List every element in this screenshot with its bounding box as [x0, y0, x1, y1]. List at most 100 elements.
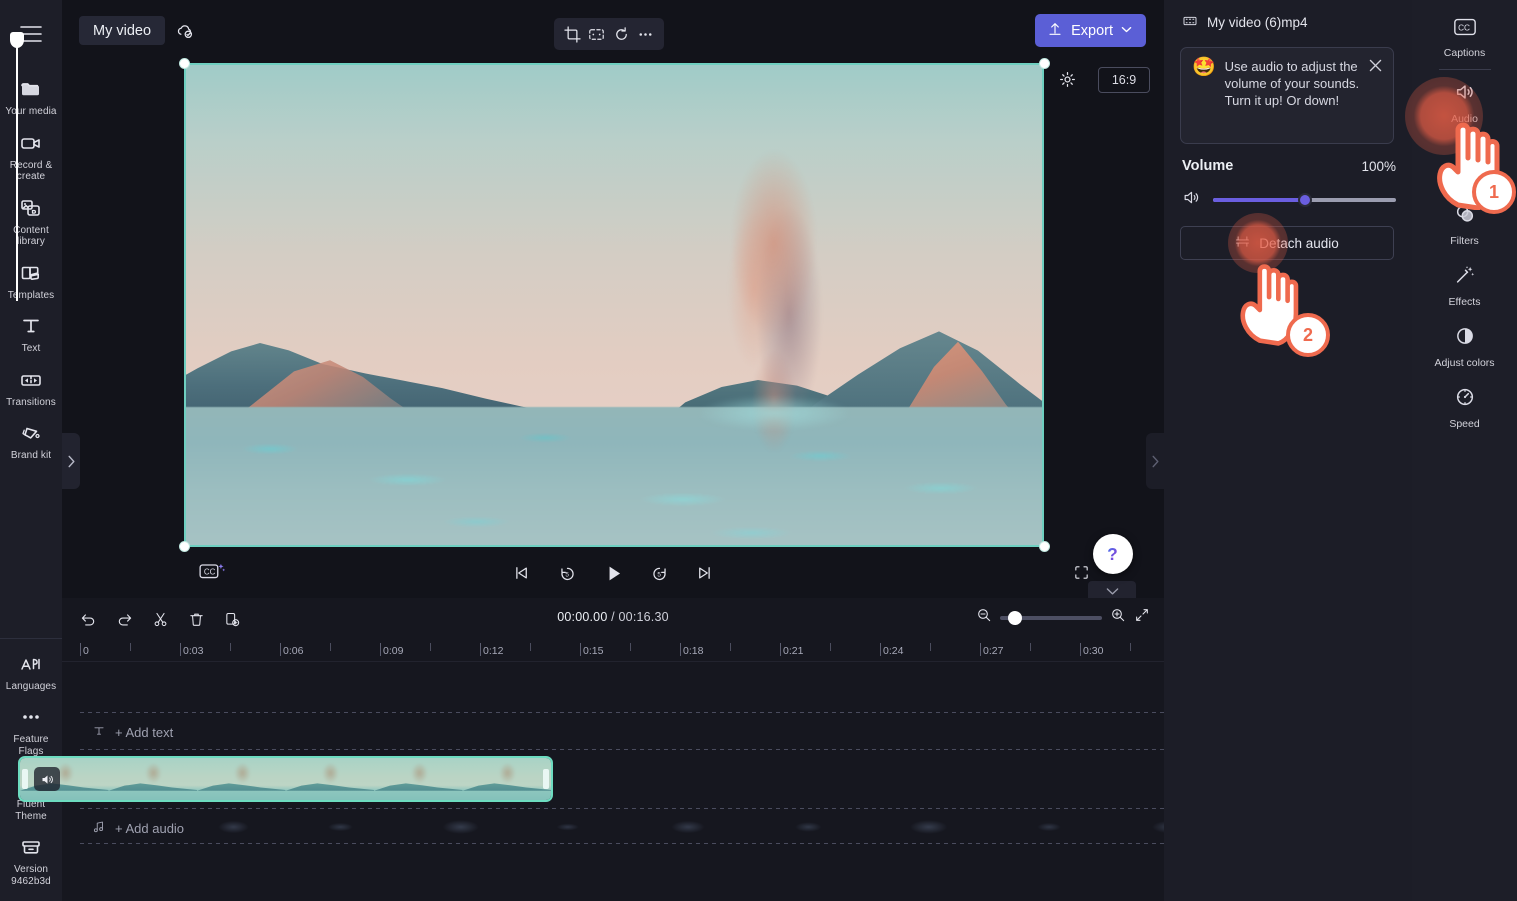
toast-message: Use audio to adjust the volume of your s… — [1224, 59, 1360, 108]
detach-audio-label: Detach audio — [1259, 235, 1339, 251]
collapse-right-panel-button[interactable] — [1146, 433, 1164, 489]
crop-icon[interactable] — [560, 22, 584, 46]
ruler-label: 0:18 — [683, 645, 704, 657]
sidebar-item-label: Templates — [7, 289, 55, 301]
speaker-icon[interactable] — [1182, 188, 1201, 212]
zoom-slider-knob[interactable] — [1008, 610, 1022, 625]
sidebar-item-label: Fluent Theme — [15, 799, 47, 822]
playhead[interactable] — [10, 32, 24, 301]
forward-5-icon[interactable]: 5 — [646, 560, 672, 586]
timeline-zoom-controls — [976, 607, 1150, 628]
sidebar-item-transitions[interactable]: Transitions — [2, 361, 60, 415]
playhead-handle[interactable] — [10, 32, 24, 48]
project-name-field[interactable]: My video — [79, 16, 166, 45]
zoom-out-icon[interactable] — [976, 607, 992, 628]
right-sidebar: CC Captions Audio Fade Filters Effects A… — [1412, 0, 1517, 901]
sidebar-item-label: Text — [21, 343, 41, 354]
star-struck-emoji: 🤩 — [1192, 57, 1216, 78]
rewind-5-icon[interactable]: 5 — [554, 560, 580, 586]
right-item-label: Effects — [1448, 296, 1481, 308]
right-item-filters[interactable]: Filters — [1412, 194, 1517, 255]
content-library-icon — [19, 196, 43, 220]
fit-timeline-icon[interactable] — [1134, 607, 1150, 628]
clip-trim-handle-left[interactable] — [22, 769, 28, 789]
brand-kit-icon — [19, 421, 43, 445]
splash-base — [664, 387, 884, 439]
sidebar-item-content-library[interactable]: Content library — [2, 189, 60, 254]
total-time: 00:16.30 — [618, 610, 669, 624]
right-item-label: Captions — [1443, 47, 1486, 59]
svg-text:5: 5 — [657, 571, 661, 578]
right-item-fade[interactable]: Fade — [1412, 133, 1517, 194]
svg-text:?: ? — [1107, 544, 1118, 564]
sidebar-item-brand-kit[interactable]: Brand kit — [2, 414, 60, 468]
ellipsis-icon[interactable] — [634, 22, 658, 46]
clip-mute-button[interactable] — [34, 767, 60, 791]
help-button[interactable]: ? — [1093, 534, 1133, 574]
folder-icon — [19, 77, 43, 101]
rotate-icon[interactable] — [609, 22, 633, 46]
sidebar-item-label: Transitions — [6, 396, 56, 408]
right-item-label: Speed — [1449, 418, 1480, 430]
zoom-in-icon[interactable] — [1110, 607, 1126, 628]
timeline-ruler[interactable]: 0 0:03 0:06 0:09 0:12 0:15 0:18 0:21 0:2… — [62, 640, 1164, 662]
volume-value: 100% — [1361, 158, 1396, 174]
right-item-adjust-colors[interactable]: Adjust colors — [1412, 316, 1517, 377]
clip-trim-handle-right[interactable] — [543, 769, 549, 789]
skip-previous-icon[interactable] — [508, 560, 534, 586]
speedometer-icon — [1454, 386, 1476, 413]
export-button[interactable]: Export — [1035, 14, 1146, 47]
sidebar-item-templates[interactable]: Templates — [2, 254, 60, 308]
ruler-label: 0:03 — [183, 645, 204, 657]
play-icon[interactable] — [600, 560, 626, 586]
add-text-track[interactable]: + Add text — [80, 715, 1160, 749]
volume-slider[interactable] — [1213, 193, 1396, 207]
sidebar-item-text[interactable]: Text — [2, 307, 60, 361]
text-icon — [19, 314, 43, 338]
sidebar-item-version[interactable]: Version 9462b3d — [2, 828, 60, 893]
camera-icon — [19, 131, 43, 155]
video-clip[interactable] — [18, 756, 553, 802]
ruler-label: 0:06 — [283, 645, 304, 657]
sidebar-item-label: Record & create — [9, 159, 53, 183]
archive-icon — [19, 835, 43, 859]
clip-file-header: My video (6)mp4 — [1182, 13, 1308, 32]
svg-text:5: 5 — [565, 571, 569, 578]
effects-wand-icon — [1454, 264, 1476, 291]
detach-audio-button[interactable]: Detach audio — [1180, 226, 1394, 260]
sidebar-item-record-create[interactable]: Record & create — [2, 124, 60, 189]
volume-slider-knob[interactable] — [1297, 193, 1312, 207]
add-audio-label: + Add audio — [115, 820, 185, 836]
speaker-icon — [1454, 81, 1476, 108]
clip-selected-tint — [20, 758, 551, 800]
gear-icon[interactable] — [1054, 66, 1080, 92]
fit-frame-icon[interactable] — [585, 22, 609, 46]
right-item-audio[interactable]: Audio — [1412, 72, 1517, 133]
zoom-slider[interactable] — [1000, 610, 1102, 625]
sidebar-item-feature-flags[interactable]: Feature Flags — [2, 698, 60, 763]
resize-handle-top-left[interactable] — [179, 58, 190, 69]
volume-slider-row — [1182, 188, 1396, 212]
clip-file-name: My video (6)mp4 — [1207, 15, 1308, 30]
close-icon[interactable] — [1365, 55, 1385, 75]
music-note-icon — [92, 820, 106, 837]
transitions-icon — [19, 368, 43, 392]
right-item-speed[interactable]: Speed — [1412, 377, 1517, 438]
sidebar-item-your-media[interactable]: Your media — [2, 70, 60, 124]
upload-icon — [1047, 21, 1063, 41]
skip-next-icon[interactable] — [692, 560, 718, 586]
resize-handle-top-right[interactable] — [1039, 58, 1050, 69]
sidebar-item-languages[interactable]: Languages — [2, 645, 60, 699]
video-canvas[interactable] — [184, 63, 1044, 547]
sidebar-item-label: Feature Flags — [13, 734, 49, 757]
aspect-ratio-badge[interactable]: 16:9 — [1098, 67, 1150, 93]
transport-controls: 5 5 — [62, 558, 1164, 588]
top-toolbar: My video Export — [62, 0, 1165, 60]
right-item-effects[interactable]: Effects — [1412, 255, 1517, 316]
divider — [1438, 69, 1491, 70]
expand-left-panel-button[interactable] — [62, 433, 80, 489]
add-audio-track[interactable]: + Add audio — [80, 811, 1160, 845]
properties-panel: My video (6)mp4 🤩 Use audio to adjust th… — [1164, 0, 1412, 901]
sidebar-item-label: Version 9462b3d — [11, 864, 51, 887]
right-item-captions[interactable]: CC Captions — [1412, 8, 1517, 67]
